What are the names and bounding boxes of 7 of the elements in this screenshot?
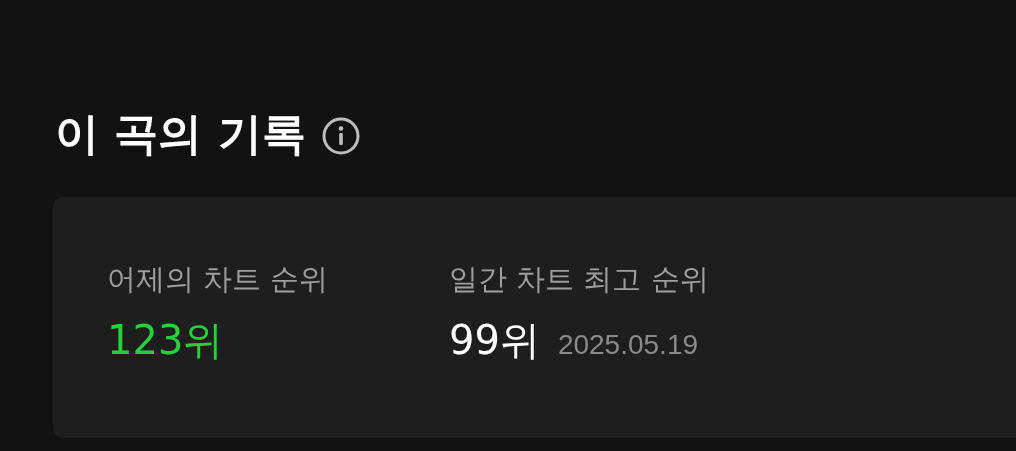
stat-value: 99위 xyxy=(449,316,540,365)
info-icon[interactable] xyxy=(321,117,360,155)
stat-date: 2025.05.19 xyxy=(557,328,699,362)
section-title: 이 곡의 기록 xyxy=(55,107,306,161)
stat-label: 일간 차트 최고 순위 xyxy=(449,261,709,298)
stat-label: 어제의 차트 순위 xyxy=(107,261,330,298)
stat-value: 123위 xyxy=(107,316,224,365)
